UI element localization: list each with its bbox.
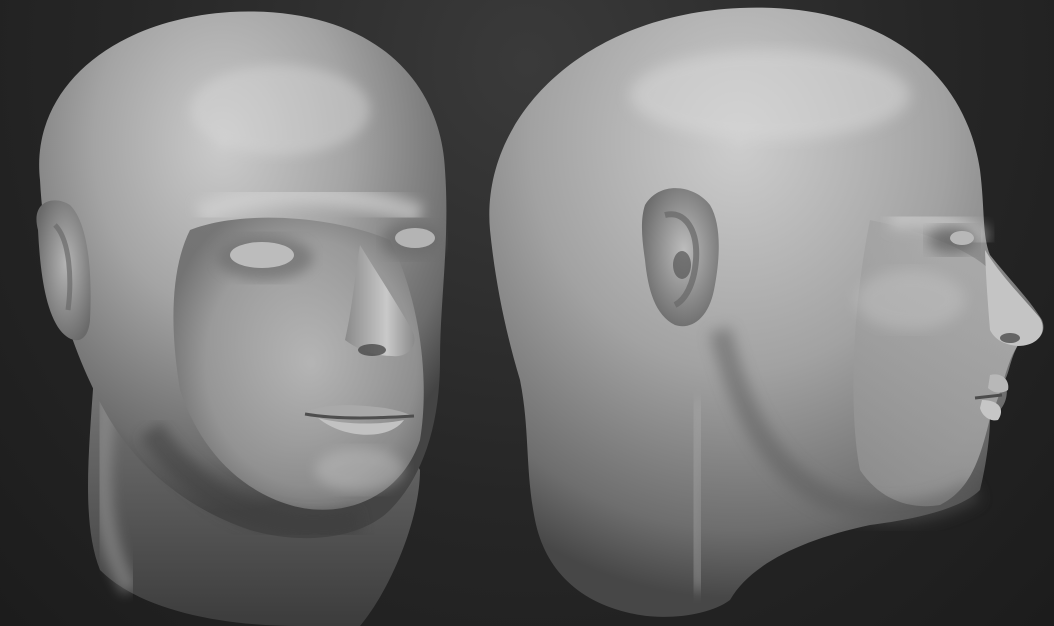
profile-head-render (489, 7, 1044, 617)
right-eyeball (395, 228, 435, 248)
profile-cranium-highlight (630, 50, 910, 140)
profile-eyeball (950, 231, 974, 245)
profile-ear-canal (673, 251, 691, 279)
nostril (358, 344, 386, 356)
forehead-highlight (190, 65, 370, 155)
sculpt-render-canvas (0, 0, 1054, 626)
profile-head-viewport (470, 0, 1054, 626)
three-quarter-head-render (36, 11, 447, 626)
three-quarter-head-viewport (0, 0, 527, 626)
profile-cheek-highlight (855, 270, 965, 330)
profile-nose (985, 250, 1043, 346)
profile-neck-muscle (684, 399, 710, 592)
profile-nostril (1000, 333, 1020, 343)
left-eyeball (230, 242, 294, 268)
chin-highlight (315, 448, 405, 492)
